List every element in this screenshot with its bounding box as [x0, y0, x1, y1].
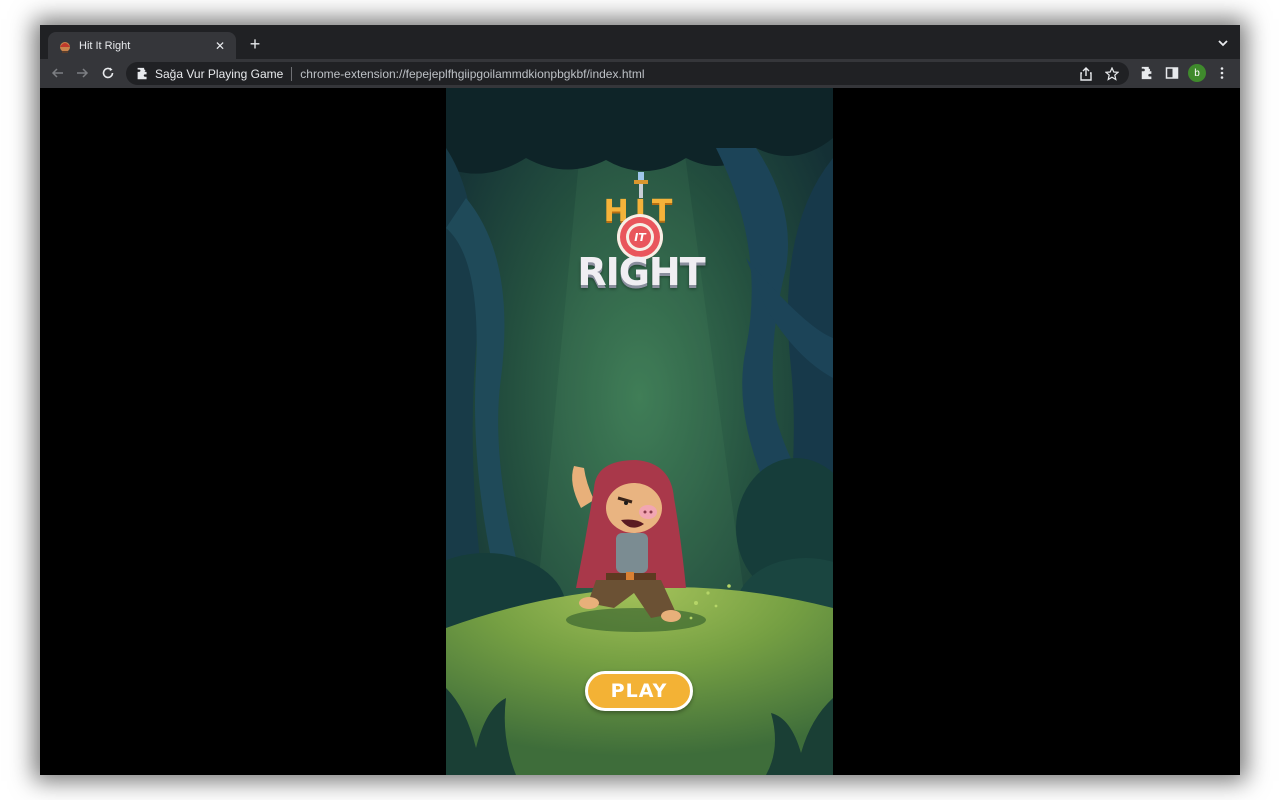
- puzzle-icon: [136, 67, 149, 80]
- chevron-down-icon[interactable]: [1216, 36, 1230, 50]
- reload-icon[interactable]: [100, 65, 116, 81]
- side-panel-icon[interactable]: [1164, 65, 1180, 81]
- browser-window: Hit It Right ✕ + Sağa Vur Playing Game c…: [40, 25, 1240, 775]
- page-viewport: HIT IT RIGHT PLAY: [40, 88, 1240, 775]
- play-button[interactable]: PLAY: [585, 671, 693, 711]
- tab-hit-it-right[interactable]: Hit It Right ✕: [48, 32, 236, 59]
- omnibox-divider: [291, 66, 293, 81]
- omnibox[interactable]: Sağa Vur Playing Game chrome-extension:/…: [126, 62, 1129, 85]
- arrow-left-icon[interactable]: [50, 65, 66, 81]
- tab-strip: Hit It Right ✕ +: [40, 25, 1240, 59]
- close-icon[interactable]: ✕: [212, 39, 228, 53]
- logo-right-text: RIGHT: [577, 250, 705, 294]
- url-text[interactable]: chrome-extension://fepejeplfhgiipgoilamm…: [300, 67, 1071, 81]
- extensions-puzzle-icon[interactable]: [1139, 65, 1155, 81]
- tab-title: Hit It Right: [79, 39, 131, 52]
- plus-icon[interactable]: +: [245, 34, 265, 54]
- logo-it-text: IT: [629, 226, 651, 248]
- toolbar: Sağa Vur Playing Game chrome-extension:/…: [40, 59, 1240, 88]
- game-logo: HIT IT RIGHT: [574, 172, 708, 294]
- game-favicon-icon: [57, 38, 73, 54]
- star-icon[interactable]: [1105, 66, 1119, 81]
- arrow-right-icon[interactable]: [74, 65, 90, 81]
- game-canvas[interactable]: HIT IT RIGHT PLAY: [446, 88, 833, 775]
- kebab-menu-icon[interactable]: [1214, 65, 1230, 81]
- share-icon[interactable]: [1079, 66, 1093, 81]
- site-name: Sağa Vur Playing Game: [155, 66, 284, 81]
- profile-avatar[interactable]: b: [1188, 64, 1206, 82]
